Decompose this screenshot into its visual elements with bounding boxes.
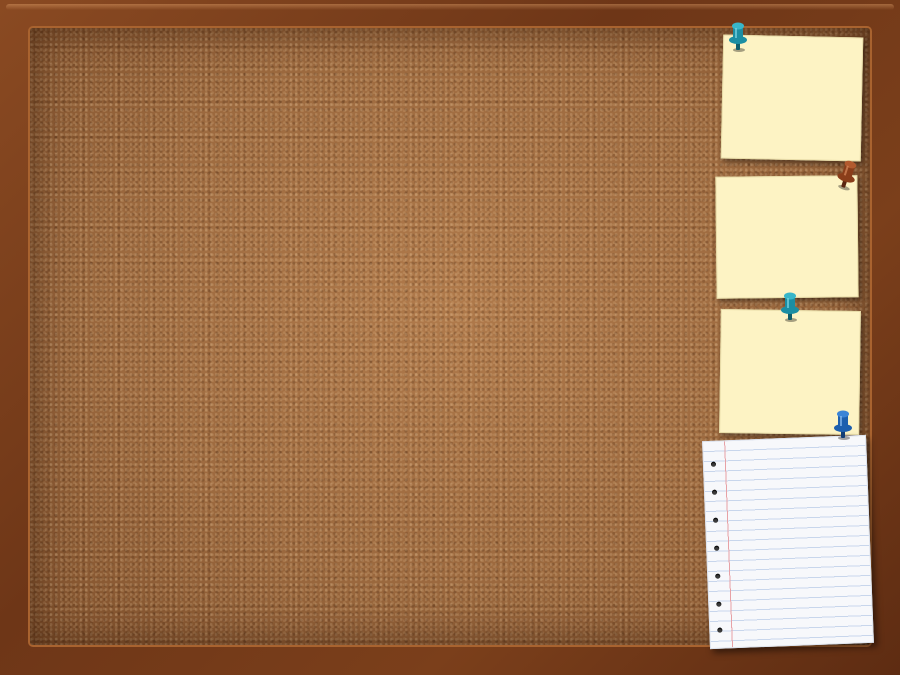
frame-highlight [6,4,894,10]
binder-hole [713,517,719,523]
binder-hole [711,489,718,495]
binder-hole [714,545,720,551]
lined-paper-note[interactable] [702,434,874,650]
pushpin-blue-icon[interactable] [832,408,854,442]
corkboard [0,0,900,675]
binder-hole [710,461,717,467]
sticky-note-2[interactable] [715,175,859,299]
pushpin-teal-icon[interactable] [779,290,801,324]
binder-hole [717,627,723,633]
binder-hole [715,573,721,579]
pushpin-teal-icon[interactable] [727,20,749,54]
binder-hole [716,601,722,607]
